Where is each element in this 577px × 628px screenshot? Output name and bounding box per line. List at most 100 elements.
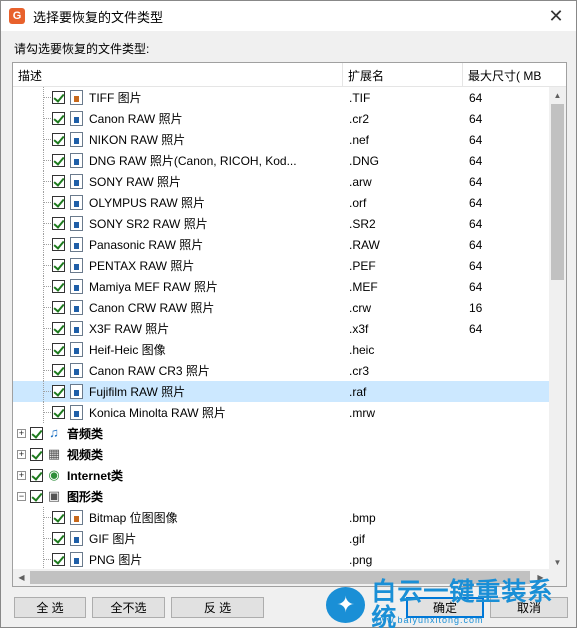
item-label: Canon RAW 照片 [89, 112, 183, 126]
list-item[interactable]: PENTAX RAW 照片 .PEF 64 [13, 255, 550, 276]
checkbox[interactable] [52, 217, 65, 230]
list-item[interactable]: OLYMPUS RAW 照片 .orf 64 [13, 192, 550, 213]
file-icon [70, 153, 83, 168]
list-item[interactable]: SONY RAW 照片 .arw 64 [13, 171, 550, 192]
category-item[interactable]: + ◉ Internet类 [13, 465, 550, 486]
item-label: NIKON RAW 照片 [89, 133, 186, 147]
vertical-scrollbar[interactable]: ▲ ▼ [549, 87, 566, 571]
checkbox[interactable] [52, 406, 65, 419]
extension-cell: .cr2 [349, 111, 370, 126]
file-icon [70, 216, 83, 231]
size-cell: 64 [469, 174, 483, 189]
checkbox[interactable] [52, 175, 65, 188]
category-label: 音频类 [67, 427, 104, 441]
list-item[interactable]: Fujifilm RAW 照片 .raf [13, 381, 550, 402]
list-item[interactable]: GIF 图片 .gif [13, 528, 550, 549]
tree-line [43, 412, 51, 413]
list-item[interactable]: DNG RAW 照片(Canon, RICOH, Kod... .DNG 64 [13, 150, 550, 171]
checkbox[interactable] [52, 553, 65, 566]
column-header-description[interactable]: 描述 [13, 63, 343, 87]
list-item[interactable]: Canon RAW 照片 .cr2 64 [13, 108, 550, 129]
file-type-list[interactable]: 描述 扩展名 最大尺寸( MB TIFF 图片 .TIF 64 Canon RAW 照… [12, 62, 567, 587]
list-item[interactable]: Bitmap 位图图像 .bmp [13, 507, 550, 528]
file-icon [70, 132, 83, 147]
checkbox[interactable] [30, 469, 43, 482]
checkbox[interactable] [52, 280, 65, 293]
extension-cell: .gif [349, 531, 366, 546]
vertical-scroll-thumb[interactable] [551, 104, 564, 280]
checkbox[interactable] [52, 385, 65, 398]
tree-line [43, 391, 51, 392]
list-item[interactable]: SONY SR2 RAW 照片 .SR2 64 [13, 213, 550, 234]
category-item[interactable]: + ▦ 视频类 [13, 444, 550, 465]
category-label: 图形类 [67, 490, 104, 504]
checkbox[interactable] [52, 133, 65, 146]
column-header-extension[interactable]: 扩展名 [343, 63, 463, 87]
checkbox[interactable] [52, 112, 65, 125]
size-cell: 64 [469, 216, 483, 231]
cancel-button[interactable]: 取消 [490, 597, 568, 618]
checkbox[interactable] [52, 511, 65, 524]
list-item[interactable]: Mamiya MEF RAW 照片 .MEF 64 [13, 276, 550, 297]
checkbox[interactable] [52, 364, 65, 377]
checkbox[interactable] [30, 448, 43, 461]
item-label: Heif-Heic 图像 [89, 343, 166, 357]
list-item[interactable]: NIKON RAW 照片 .nef 64 [13, 129, 550, 150]
description-cell: DNG RAW 照片(Canon, RICOH, Kod... [13, 150, 349, 171]
checkbox[interactable] [52, 301, 65, 314]
checkbox[interactable] [52, 91, 65, 104]
list-item[interactable]: X3F RAW 照片 .x3f 64 [13, 318, 550, 339]
checkbox[interactable] [52, 259, 65, 272]
extension-cell: .SR2 [349, 216, 376, 231]
file-icon [70, 258, 83, 273]
expander-icon[interactable]: + [17, 471, 26, 480]
tree-line [43, 244, 51, 245]
list-item[interactable]: Konica Minolta RAW 照片 .mrw [13, 402, 550, 423]
expander-icon[interactable]: + [17, 429, 26, 438]
extension-cell: .RAW [349, 237, 380, 252]
checkbox[interactable] [52, 322, 65, 335]
list-item[interactable]: Canon RAW CR3 照片 .cr3 [13, 360, 550, 381]
horizontal-scroll-thumb[interactable] [30, 571, 530, 584]
item-label: Panasonic RAW 照片 [89, 238, 204, 252]
tree-line [43, 160, 51, 161]
description-cell: Mamiya MEF RAW 照片 [13, 276, 349, 297]
checkbox[interactable] [52, 343, 65, 356]
item-label: Canon RAW CR3 照片 [89, 364, 210, 378]
file-icon [70, 531, 83, 546]
scroll-left-arrow-icon[interactable]: ◀ [13, 569, 30, 586]
list-item[interactable]: PNG 图片 .png [13, 549, 550, 570]
select-none-button[interactable]: 全不选 [92, 597, 165, 618]
expander-icon[interactable]: + [17, 450, 26, 459]
checkbox[interactable] [52, 238, 65, 251]
close-button[interactable]: ✕ [536, 1, 576, 31]
category-item[interactable]: + ♫ 音频类 [13, 423, 550, 444]
list-item[interactable]: Heif-Heic 图像 .heic [13, 339, 550, 360]
list-item[interactable]: Panasonic RAW 照片 .RAW 64 [13, 234, 550, 255]
column-header-max-size[interactable]: 最大尺寸( MB [463, 63, 549, 87]
file-icon [70, 237, 83, 252]
checkbox[interactable] [52, 532, 65, 545]
invert-selection-button[interactable]: 反 选 [171, 597, 264, 618]
extension-cell [349, 444, 469, 465]
size-cell [469, 528, 549, 549]
scroll-up-arrow-icon[interactable]: ▲ [549, 87, 566, 104]
extension-cell: .png [349, 552, 373, 567]
list-item[interactable]: TIFF 图片 .TIF 64 [13, 87, 550, 108]
checkbox[interactable] [30, 490, 43, 503]
horizontal-scrollbar[interactable]: ◀ ▶ [13, 569, 549, 586]
item-label: Mamiya MEF RAW 照片 [89, 280, 218, 294]
expander-icon[interactable]: − [17, 492, 26, 501]
description-cell: PNG 图片 [13, 549, 349, 570]
checkbox[interactable] [52, 196, 65, 209]
extension-cell: .MEF [349, 279, 378, 294]
select-all-button[interactable]: 全 选 [14, 597, 86, 618]
scroll-right-arrow-icon[interactable]: ▶ [532, 569, 549, 586]
checkbox[interactable] [52, 154, 65, 167]
scroll-corner [549, 569, 566, 586]
picture-icon: ▣ [47, 488, 61, 503]
ok-button[interactable]: 确定 [406, 597, 484, 618]
list-item[interactable]: Canon CRW RAW 照片 .crw 16 [13, 297, 550, 318]
checkbox[interactable] [30, 427, 43, 440]
category-item[interactable]: − ▣ 图形类 [13, 486, 550, 507]
